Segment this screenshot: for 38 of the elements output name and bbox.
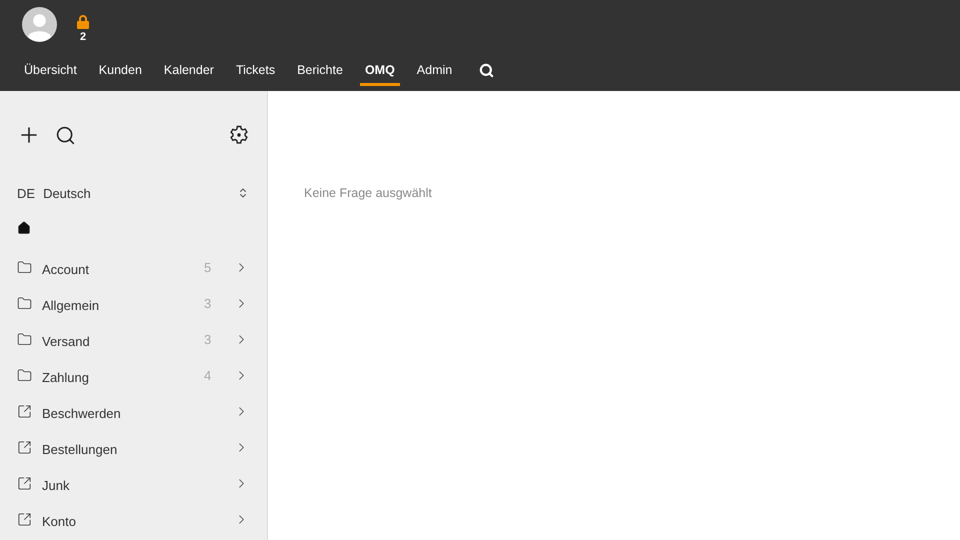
category-label[interactable]: Junk: [42, 474, 234, 492]
search-icon[interactable]: [55, 124, 76, 146]
category-count: 3: [204, 296, 212, 310]
lock-count: 2: [80, 31, 86, 43]
folder-icon: [17, 368, 32, 382]
lock-icon[interactable]: [77, 15, 89, 29]
external-link-icon: [17, 440, 32, 454]
category-label[interactable]: Account: [42, 258, 204, 276]
empty-message: Keine Frage ausgwählt: [304, 186, 433, 200]
language-name[interactable]: Deutsch: [43, 186, 237, 200]
external-link-icon: [17, 476, 32, 490]
external-link-icon: [17, 404, 32, 418]
category-label[interactable]: Beschwerden: [42, 402, 234, 420]
category-label[interactable]: Allgemein: [42, 294, 204, 312]
nav-tab[interactable]: Admin: [412, 55, 458, 86]
folder-icon: [17, 260, 32, 274]
nav-tab[interactable]: Kalender: [158, 55, 219, 86]
external-link-icon: [17, 512, 32, 526]
folder-icon: [17, 296, 32, 310]
category-count: 5: [204, 260, 212, 274]
category-label[interactable]: Versand: [42, 330, 204, 348]
category-count: 4: [204, 368, 212, 382]
settings-icon[interactable]: [229, 125, 249, 145]
nav-tab[interactable]: Berichte: [292, 55, 348, 86]
home-icon[interactable]: [17, 221, 31, 235]
nav-tab[interactable]: OMQ: [360, 55, 400, 86]
category-count: 3: [204, 332, 212, 346]
category-label[interactable]: Zahlung: [42, 366, 204, 384]
category-label[interactable]: Konto: [42, 510, 234, 528]
category-label[interactable]: Bestellungen: [42, 438, 234, 456]
sort-icon[interactable]: [237, 187, 249, 199]
folder-icon: [17, 332, 32, 346]
nav-tab[interactable]: Kunden: [94, 55, 147, 86]
language-code: DE: [17, 186, 36, 200]
nav-tab[interactable]: Übersicht: [19, 55, 82, 86]
avatar-icon[interactable]: [22, 7, 57, 42]
search-icon[interactable]: [479, 63, 494, 78]
nav-tab[interactable]: Tickets: [230, 55, 280, 86]
